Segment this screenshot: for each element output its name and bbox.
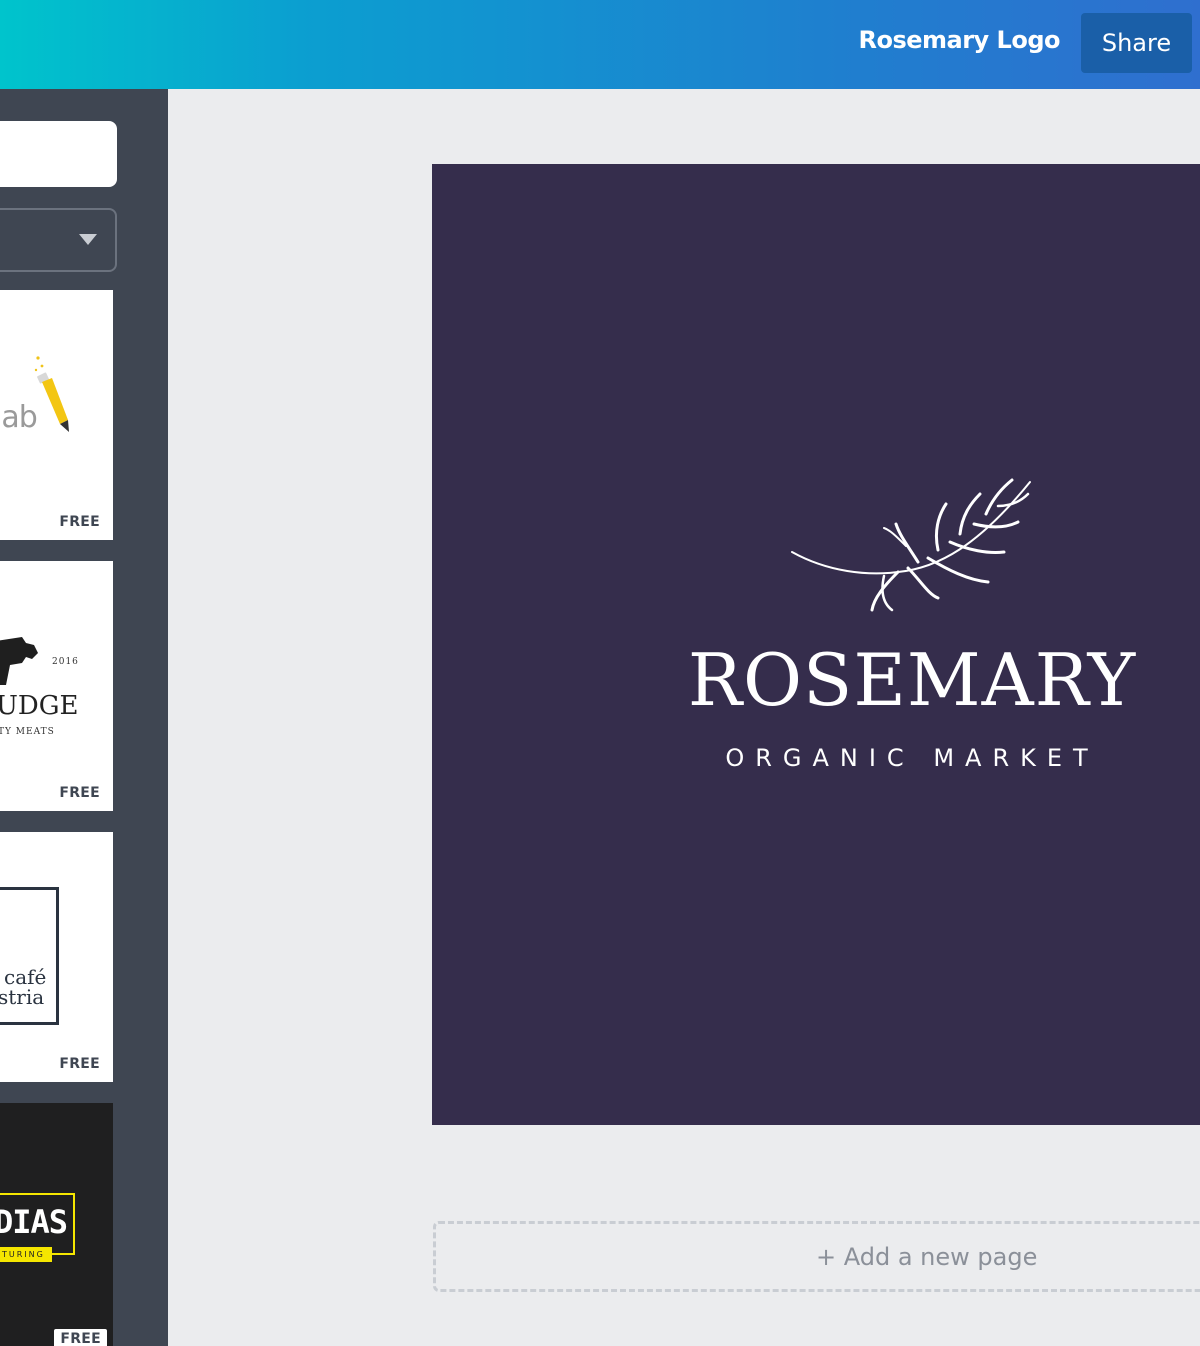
rosemary-sprig-icon[interactable]: [788, 476, 1038, 621]
brand-name[interactable]: ROSEMARY: [432, 638, 1200, 722]
pencil-icon: [32, 352, 72, 442]
free-badge: FREE: [59, 785, 100, 801]
template-search-input[interactable]: [0, 121, 117, 187]
template-text: DIAS: [0, 1203, 68, 1241]
template-text: stria: [0, 985, 45, 1009]
template-card-dias[interactable]: DIAS TURING FREE: [0, 1103, 113, 1346]
bull-icon: [0, 633, 40, 690]
free-badge: FREE: [54, 1329, 107, 1346]
document-title[interactable]: Rosemary Logo: [858, 26, 1060, 54]
brand-tagline[interactable]: ORGANIC MARKET: [432, 744, 1200, 772]
template-card-cafe[interactable]: café stria FREE: [0, 832, 113, 1082]
template-text: UDGE: [0, 691, 79, 721]
template-card-meats[interactable]: 2016 UDGE TY MEATS FREE: [0, 561, 113, 811]
template-subtext: TURING: [0, 1247, 52, 1262]
template-text: lab: [0, 400, 38, 435]
share-button[interactable]: Share: [1081, 13, 1192, 73]
top-bar: Rosemary Logo Share: [0, 0, 1200, 89]
chevron-down-icon: [79, 234, 97, 245]
free-badge: FREE: [59, 1056, 100, 1072]
template-category-dropdown[interactable]: [0, 208, 117, 272]
template-subtext: TY MEATS: [0, 727, 55, 737]
template-sidebar: lab FREE 2016 UDGE TY MEATS FREE café st…: [0, 89, 168, 1346]
template-card-lab[interactable]: lab FREE: [0, 290, 113, 540]
template-year: 2016: [52, 657, 79, 667]
free-badge: FREE: [59, 514, 100, 530]
design-canvas[interactable]: ROSEMARY ORGANIC MARKET: [432, 164, 1200, 1125]
add-page-button[interactable]: + Add a new page: [433, 1221, 1200, 1292]
